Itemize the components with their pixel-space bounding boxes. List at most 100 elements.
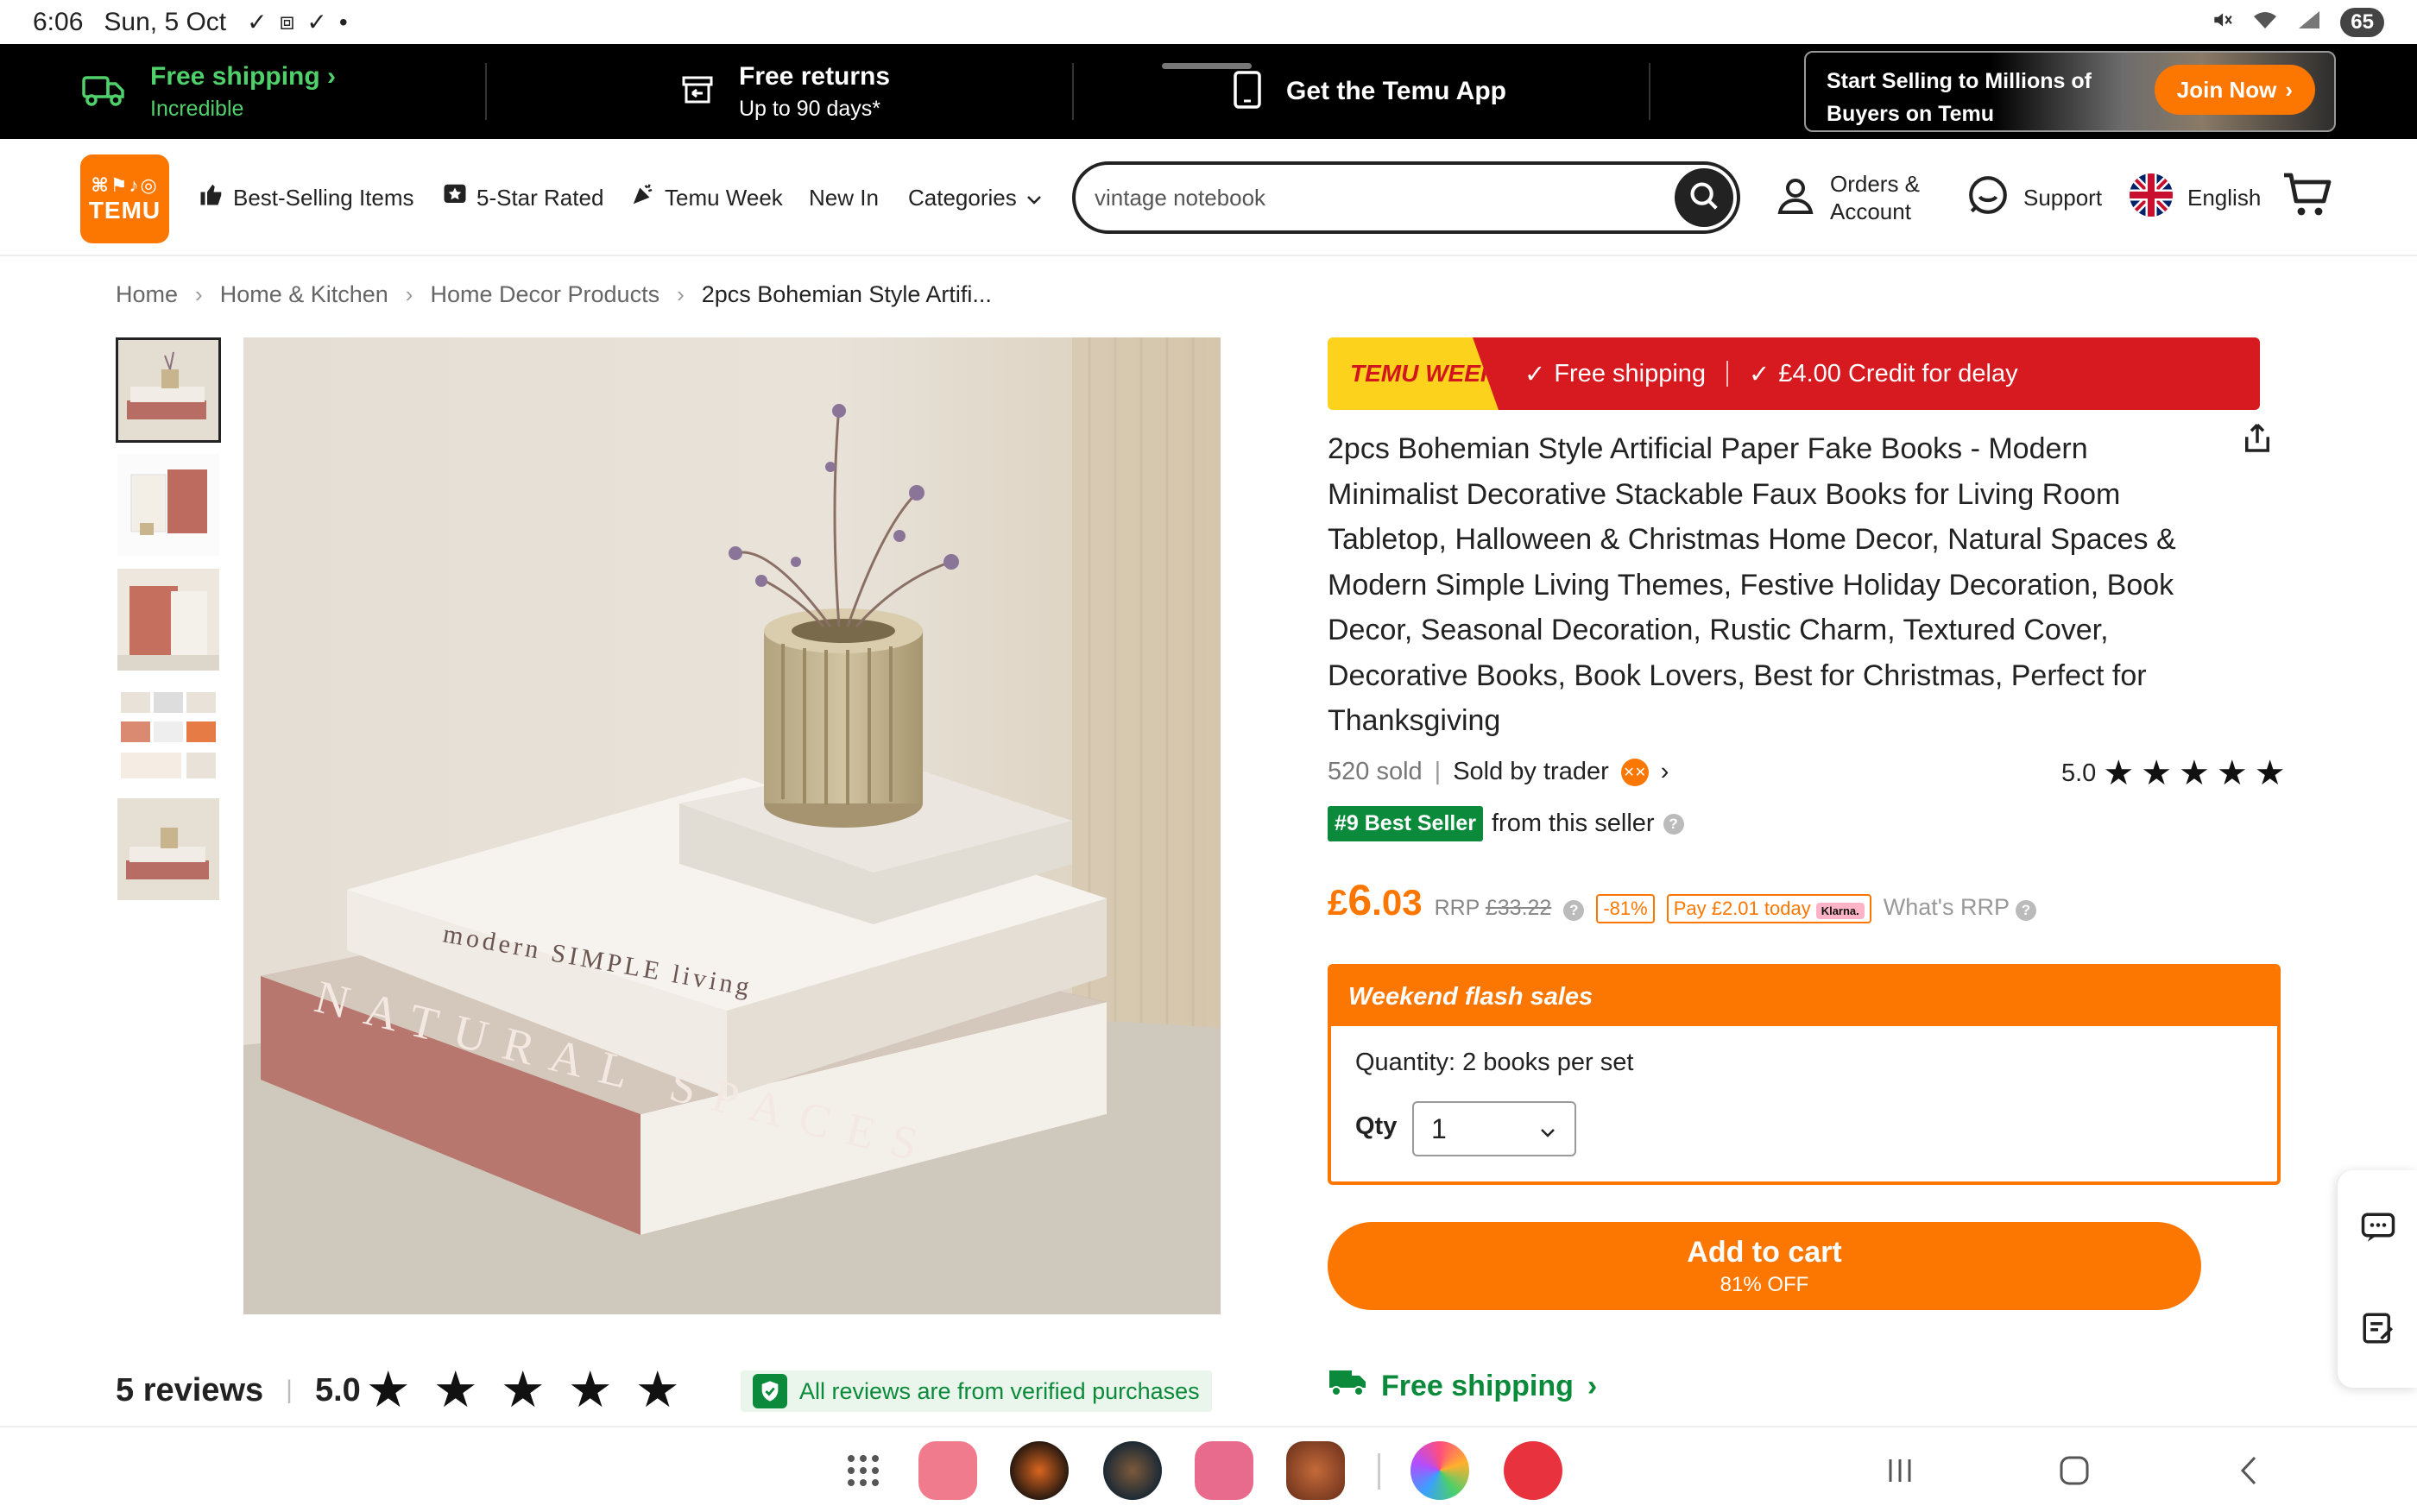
banner-credit: £4.00 Credit for delay — [1778, 359, 2018, 387]
signal-icon — [2297, 9, 2321, 35]
star-icon: ★ — [567, 1362, 613, 1418]
best-seller-badge: #9 Best Seller — [1328, 806, 1483, 841]
best-seller-suffix: from this seller — [1492, 810, 1655, 837]
search-button[interactable] — [1675, 168, 1733, 227]
price-row: £6.03 RRP £33.22 ? -81% Pay £2.01 today K… — [1328, 875, 2036, 925]
red-app-icon[interactable] — [1504, 1441, 1562, 1500]
help-icon: ? — [2016, 900, 2036, 921]
chevron-right-icon: › — [1587, 1370, 1598, 1402]
game-app-icon[interactable] — [1010, 1441, 1069, 1500]
gallery-app-icon[interactable] — [1410, 1441, 1469, 1500]
divider — [1726, 361, 1729, 387]
seller-line-1: Start Selling to Millions of — [1827, 69, 2092, 93]
whats-rrp-link[interactable]: What's RRP ? — [1884, 894, 2036, 921]
home-button[interactable] — [2053, 1427, 2096, 1512]
account-label: Account — [1830, 198, 1911, 224]
pink-app-icon[interactable] — [1195, 1441, 1253, 1500]
star-icon: ★ — [2141, 754, 2173, 792]
search-bar[interactable] — [1072, 161, 1740, 234]
add-to-cart-discount: 81% OFF — [1720, 1272, 1809, 1296]
android-taskbar — [0, 1426, 2417, 1512]
chevron-right-icon: › — [327, 61, 337, 91]
truck-icon — [81, 71, 126, 113]
current-price: £6.03 — [1328, 876, 1423, 924]
free-shipping-info[interactable]: Free shipping › — [1328, 1367, 1597, 1406]
klarna-pay-today[interactable]: Pay £2.01 today Klarna. — [1666, 894, 1871, 923]
main-product-image[interactable]: modern SIMPLE living NATURAL SPACES — [243, 337, 1221, 1314]
seller-line-2: Buyers on Temu — [1827, 102, 1995, 126]
free-shipping-label: Free shipping — [1381, 1370, 1574, 1402]
nav-categories[interactable]: Categories — [908, 139, 1043, 256]
reviews-count: 5 reviews — [116, 1371, 264, 1408]
promo-get-app[interactable]: Get the Temu App — [1233, 44, 1506, 139]
logo-text: TEMU — [88, 196, 161, 224]
star-icon: ★ — [2216, 754, 2248, 792]
party-popper-icon — [630, 181, 656, 214]
add-to-cart-button[interactable]: Add to cart 81% OFF — [1328, 1222, 2201, 1310]
notes-app-icon[interactable] — [918, 1441, 977, 1500]
qty-label: Qty — [1355, 1112, 1398, 1140]
promo-free-shipping-sub: Incredible — [150, 96, 244, 121]
breadcrumb-home-decor[interactable]: Home Decor Products — [430, 281, 659, 308]
qty-value: 1 — [1431, 1112, 1447, 1144]
breadcrumb-current: 2pcs Bohemian Style Artifi... — [701, 281, 992, 307]
recent-apps-button[interactable] — [1878, 1427, 1922, 1512]
promo-returns-title: Free returns — [739, 61, 891, 91]
phone-icon — [1233, 70, 1262, 114]
reviews-score: 5.0 — [314, 1371, 361, 1408]
thumbnail-2[interactable] — [116, 452, 221, 558]
check-icon: ✓ — [1524, 360, 1546, 388]
back-button[interactable] — [2227, 1427, 2270, 1512]
app-drawer-icon[interactable] — [844, 1452, 882, 1494]
chevron-right-icon[interactable]: › — [1661, 758, 1669, 786]
language-label: English — [2187, 184, 2262, 211]
join-now-button[interactable]: Join Now › — [2154, 65, 2315, 115]
product-title: 2pcs Bohemian Style Artificial Paper Fak… — [1328, 432, 2176, 737]
verified-reviews-notice: All reviews are from verified purchases — [741, 1370, 1212, 1412]
thumbnail-3[interactable] — [116, 567, 221, 672]
thumbnail-1[interactable] — [116, 337, 221, 443]
star-icon: ★ — [2254, 754, 2286, 792]
promo-free-shipping[interactable]: Free shipping › Incredible — [81, 44, 336, 139]
dot-icon: • — [338, 8, 348, 35]
nav-five-star[interactable]: 5-Star Rated — [442, 139, 603, 256]
product-rating[interactable]: 5.0 ★ ★ ★ ★ ★ — [2061, 756, 2286, 791]
temu-logo[interactable]: ⌘⚑♪◎ TEMU — [80, 154, 169, 243]
rrp-price: RRP £33.22 — [1434, 896, 1552, 920]
rating-value: 5.0 — [2061, 759, 2097, 787]
search-input[interactable] — [1095, 184, 1630, 211]
share-icon[interactable] — [2239, 419, 2275, 462]
start-selling-banner[interactable]: Start Selling to Millions of Buyers on T… — [1804, 51, 2336, 132]
promo-bar: Free shipping › Incredible Free returns … — [0, 44, 2417, 139]
promo-free-returns[interactable]: Free returns Up to 90 days* — [680, 44, 890, 139]
bird-app-icon[interactable] — [1103, 1441, 1162, 1500]
search-icon — [1688, 180, 1720, 217]
divider — [485, 63, 487, 120]
thumbnail-4[interactable] — [116, 682, 221, 787]
sold-by-label[interactable]: Sold by trader — [1453, 758, 1609, 786]
nav-best-selling[interactable]: Best-Selling Items — [199, 139, 414, 256]
orders-account[interactable]: Orders & Account — [1775, 139, 1920, 256]
language-selector[interactable]: English — [2129, 139, 2261, 256]
check-icon: ✓ — [306, 9, 327, 35]
divider — [1072, 63, 1074, 120]
feedback-edit-icon[interactable] — [2360, 1310, 2396, 1346]
cart-button[interactable] — [2282, 139, 2332, 256]
support-link[interactable]: Support — [1966, 139, 2102, 256]
help-icon[interactable]: ? — [1563, 900, 1585, 921]
breadcrumb-home-kitchen[interactable]: Home & Kitchen — [220, 281, 388, 308]
flash-sale-title: Weekend flash sales — [1331, 967, 2277, 1026]
chat-icon[interactable] — [2360, 1210, 2396, 1246]
quantity-select[interactable]: 1 — [1412, 1101, 1576, 1156]
support-label: Support — [2023, 184, 2103, 211]
breadcrumb-home[interactable]: Home — [116, 281, 178, 308]
reviews-summary: 5 reviews | 5.0 ★ ★ ★ ★ ★ — [116, 1365, 680, 1415]
trader-avatar-icon[interactable]: ✕✕ — [1620, 758, 1649, 786]
art-app-icon[interactable] — [1286, 1441, 1345, 1500]
promo-free-shipping-title: Free shipping — [150, 61, 320, 91]
thumbnail-5[interactable] — [116, 797, 221, 902]
nav-temu-week[interactable]: Temu Week — [630, 139, 783, 256]
nav-new-in[interactable]: New In — [809, 139, 879, 256]
chevron-right-icon: › — [2285, 76, 2293, 103]
help-icon[interactable]: ? — [1663, 813, 1684, 835]
